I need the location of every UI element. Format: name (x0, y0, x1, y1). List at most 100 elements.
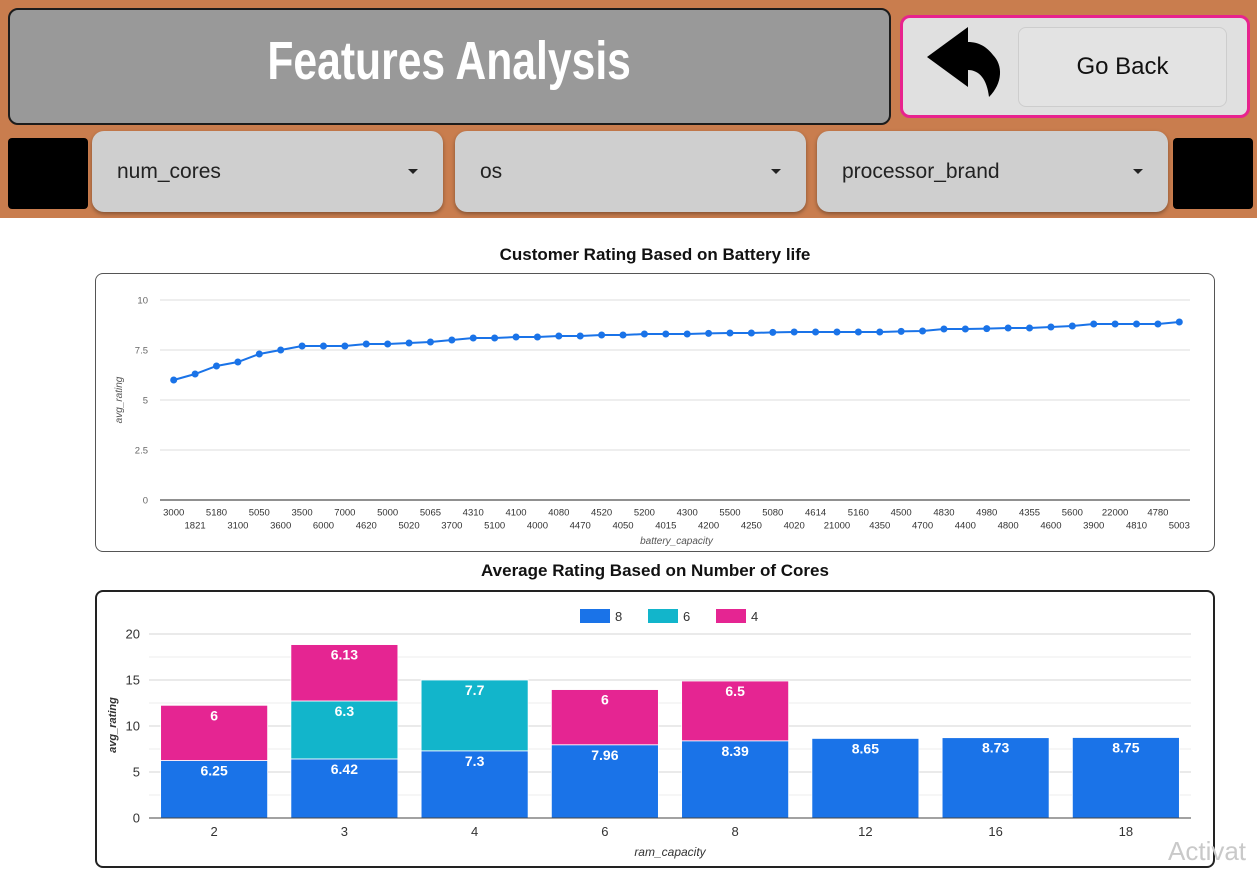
x-axis-title: battery_capacity (640, 536, 714, 547)
y-tick-label: 5 (143, 396, 148, 407)
reply-arrow-icon[interactable] (925, 25, 1005, 99)
y-tick-label: 2.5 (135, 446, 148, 457)
x-tick-label: 3100 (227, 521, 248, 532)
data-point (983, 325, 991, 333)
x-tick-label: 5100 (484, 521, 505, 532)
page-title: Features Analysis (267, 30, 632, 91)
reply-arrow-icon-graphic (927, 27, 1001, 97)
x-tick-label: 5020 (398, 521, 419, 532)
filter-label-os: os (480, 159, 503, 183)
data-point (362, 340, 370, 348)
data-point (576, 332, 584, 340)
x-tick-label: 4000 (527, 521, 548, 532)
cores-chart-title: Average Rating Based on Number of Cores (481, 561, 829, 580)
filter-os-dropdown[interactable]: os (455, 131, 806, 212)
cores-rating-bar-chart: 0 5 10 15 20 6.25 6 2 6.42 6.3 6.13 3 7.3 7.7 4 7.96 6 6 8… (95, 590, 1215, 868)
legend-label: 6 (683, 609, 690, 624)
filter-num-cores-dropdown[interactable]: num_cores (92, 131, 443, 212)
bar-data-label: 8.75 (1112, 740, 1139, 756)
go-back-panel: Go Back (900, 15, 1250, 118)
y-tick-label: 15 (126, 673, 140, 688)
legend-label: 8 (615, 609, 622, 624)
caret-down-icon (1133, 169, 1143, 174)
data-point (640, 330, 648, 338)
x-tick-label: 4355 (1019, 508, 1040, 519)
x-tick-label: 4400 (955, 521, 976, 532)
go-back-button[interactable]: Go Back (1018, 27, 1227, 107)
y-tick-label: 10 (137, 296, 148, 307)
x-tick-label: 5500 (719, 508, 740, 519)
x-tick-label: 4810 (1126, 521, 1147, 532)
data-point (1111, 320, 1119, 328)
filter-processor-brand-dropdown[interactable]: processor_brand (817, 131, 1168, 212)
data-point (212, 362, 220, 370)
x-tick-label: 4980 (976, 508, 997, 519)
y-tick-label: 0 (143, 496, 148, 507)
x-tick-label: 4700 (912, 521, 933, 532)
bar-data-label: 8.73 (982, 740, 1009, 756)
x-tick-label: 4015 (655, 521, 676, 532)
x-tick-label: 4800 (998, 521, 1019, 532)
x-tick-label: 4470 (570, 521, 591, 532)
bar-data-label: 6.13 (331, 647, 358, 663)
filter-label-num-cores: num_cores (117, 159, 221, 183)
x-tick-label: 4520 (591, 508, 612, 519)
data-point (812, 328, 820, 336)
x-tick-label: 4300 (677, 508, 698, 519)
x-tick-label: 8 (732, 824, 739, 839)
left-black-block (8, 138, 88, 209)
x-tick-label: 16 (988, 824, 1002, 839)
bar-data-label: 6.25 (201, 763, 228, 779)
data-point (1133, 320, 1141, 328)
data-point (491, 334, 499, 342)
x-tick-label: 5080 (762, 508, 783, 519)
x-tick-label: 22000 (1102, 508, 1128, 519)
x-tick-label: 5003 (1169, 521, 1190, 532)
x-tick-label: 5000 (377, 508, 398, 519)
x-tick-label: 4 (471, 824, 478, 839)
x-tick-label: 4620 (356, 521, 377, 532)
y-axis-title: avg_rating (114, 376, 125, 423)
bar-data-label: 6.5 (725, 683, 745, 699)
data-point (726, 329, 734, 337)
data-point (961, 325, 969, 333)
x-tick-label: 4780 (1147, 508, 1168, 519)
legend-label: 4 (751, 609, 758, 624)
x-tick-label: 3 (341, 824, 348, 839)
bar-data-label: 7.3 (465, 753, 485, 769)
data-point (897, 327, 905, 335)
x-tick-label: 18 (1119, 824, 1133, 839)
x-tick-label: 5200 (634, 508, 655, 519)
data-point (790, 328, 798, 336)
caret-down-icon (771, 169, 781, 174)
data-point (683, 330, 691, 338)
x-tick-label: 4600 (1040, 521, 1061, 532)
data-point (533, 333, 541, 341)
bar-data-label: 6.42 (331, 761, 358, 777)
dashboard-page: Features Analysis Go Back num_cores os p… (0, 0, 1257, 880)
y-tick-label: 0 (133, 811, 140, 826)
bar-data-label: 6 (601, 692, 609, 708)
x-tick-label: 3000 (163, 508, 184, 519)
data-point (170, 376, 178, 384)
data-point (1068, 322, 1076, 330)
x-tick-label: 1821 (185, 521, 206, 532)
x-tick-label: 5160 (848, 508, 869, 519)
go-back-label: Go Back (1076, 53, 1169, 80)
data-point (705, 329, 713, 337)
data-point (341, 342, 349, 350)
data-point (619, 331, 627, 339)
data-point (598, 331, 606, 339)
y-tick-label: 20 (126, 627, 140, 642)
data-point (1026, 324, 1034, 332)
data-point (469, 334, 477, 342)
data-point (277, 346, 285, 354)
x-tick-label: 4080 (548, 508, 569, 519)
x-tick-label: 4250 (741, 521, 762, 532)
x-tick-label: 7000 (334, 508, 355, 519)
data-point (555, 332, 563, 340)
cores-chart-canvas: 0 5 10 15 20 6.25 6 2 6.42 6.3 6.13 3 7.3 7.7 4 7.96 6 6 8… (107, 609, 1191, 859)
legend-swatch (648, 609, 678, 623)
activation-watermark: Activat (1168, 836, 1247, 866)
page-title-box: Features Analysis (8, 8, 891, 125)
